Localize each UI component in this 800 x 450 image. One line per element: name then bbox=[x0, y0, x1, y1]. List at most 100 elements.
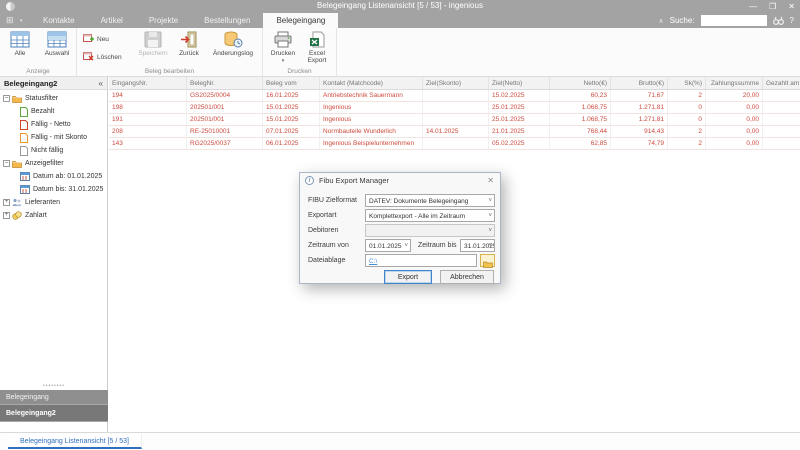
filter-tree: –StatusfilterBezahltFällig - Netto Fällig… bbox=[0, 90, 107, 222]
table-cell: 1.271,81 bbox=[611, 114, 668, 125]
chevron-down-icon: ˅ bbox=[488, 228, 492, 234]
zeitraum-von-picker[interactable]: 01.01.2025 ˅ bbox=[365, 239, 411, 252]
tab-kontakte[interactable]: Kontakte bbox=[30, 13, 88, 28]
column-header[interactable]: Brutto(€) bbox=[611, 77, 668, 89]
table-header: EingangsNr.BelegNr.Beleg vomKontakt (Mat… bbox=[109, 77, 800, 90]
status-due-skonto-icon bbox=[20, 133, 28, 143]
table-cell: 07.01.2025 bbox=[263, 126, 320, 137]
search-input[interactable] bbox=[701, 15, 767, 26]
collapse-node-icon[interactable]: – bbox=[3, 160, 10, 167]
tree-item-anzeigefilter[interactable]: –Anzeigefilter bbox=[0, 157, 107, 170]
loeschen-button[interactable]: Löschen bbox=[83, 52, 122, 62]
dialog-close-icon[interactable]: ✕ bbox=[487, 176, 494, 185]
tree-item-label: Fällig - mit Skonto bbox=[31, 134, 87, 141]
tab-bestellungen[interactable]: Bestellungen bbox=[191, 13, 263, 28]
excel-label-line1: Excel bbox=[309, 50, 325, 57]
column-header[interactable]: Sk(%) bbox=[668, 77, 706, 89]
table-row[interactable]: 194GS2025/000416.01.2025Antriebstechnik … bbox=[109, 90, 800, 102]
expand-node-icon[interactable]: + bbox=[3, 199, 10, 206]
dialog-title: Fibu Export Manager bbox=[319, 176, 389, 185]
table-cell bbox=[423, 114, 489, 125]
tree-item-datum-bis-31-01-2025[interactable]: Datum bis: 31.01.2025 bbox=[0, 183, 107, 196]
ribbon-group-drucken: Drucken ▾ Excel Export Drucken bbox=[263, 28, 337, 76]
zeitraum-bis-picker[interactable]: 31.01.2025 ˅ bbox=[460, 239, 495, 252]
titlebar: Belegeingang Listenansicht [5 / 53] - in… bbox=[0, 0, 800, 13]
column-header[interactable]: BelegNr. bbox=[187, 77, 263, 89]
browse-folder-button[interactable] bbox=[480, 254, 495, 267]
tree-item-bezahlt[interactable]: Bezahlt bbox=[0, 105, 107, 118]
column-header[interactable]: Zahlungssumme bbox=[706, 77, 763, 89]
table-body: 194GS2025/000416.01.2025Antriebstechnik … bbox=[109, 90, 800, 150]
view-switcher: •••••••• BelegeingangBelegeingang2 bbox=[0, 384, 108, 422]
dialog-titlebar[interactable]: i Fibu Export Manager ✕ bbox=[300, 173, 500, 189]
tree-item-fällig-netto[interactable]: Fällig - Netto bbox=[0, 118, 107, 131]
table-cell: 768,44 bbox=[550, 126, 611, 137]
column-header[interactable]: EingangsNr. bbox=[109, 77, 187, 89]
column-header[interactable]: Netto(€) bbox=[550, 77, 611, 89]
ribbon-group-anzeige: Alle Auswahl Anzeige bbox=[0, 28, 77, 76]
aenderungslog-button[interactable]: Änderungslog bbox=[207, 30, 259, 57]
column-header[interactable]: Gezahlt am bbox=[763, 77, 800, 89]
apps-grid-icon[interactable]: ⊞ bbox=[6, 16, 14, 25]
column-header[interactable]: Beleg vom bbox=[263, 77, 320, 89]
table-cell bbox=[763, 126, 800, 137]
drucken-label: Drucken bbox=[271, 50, 295, 57]
chevron-down-icon: ˅ bbox=[488, 213, 492, 219]
delete-icon bbox=[83, 52, 94, 62]
table-cell: 1.068,75 bbox=[550, 114, 611, 125]
table-row[interactable]: 198202501/00115.01.2025Ingenious25.01.20… bbox=[109, 102, 800, 114]
fibu-format-select[interactable]: DATEV: Dokumente Belegeingang ˅ bbox=[365, 194, 495, 207]
tab-artikel[interactable]: Artikel bbox=[88, 13, 136, 28]
excel-export-button[interactable]: Excel Export bbox=[301, 30, 333, 64]
binoculars-icon[interactable] bbox=[773, 12, 784, 30]
speichern-button[interactable]: Speichern bbox=[135, 30, 171, 57]
expand-node-icon[interactable]: + bbox=[3, 212, 10, 219]
collapse-node-icon[interactable]: – bbox=[3, 95, 10, 102]
help-button[interactable]: ? bbox=[790, 16, 794, 25]
table-cell: 914,43 bbox=[611, 126, 668, 137]
ribbon: Alle Auswahl Anzeige Neu Löschen Speiche… bbox=[0, 28, 800, 77]
exportart-select[interactable]: Komplettexport - Alle im Zeitraum ˅ bbox=[365, 209, 495, 222]
table-cell: 202501/001 bbox=[187, 114, 263, 125]
tree-item-zahlart[interactable]: +Zahlart bbox=[0, 209, 107, 222]
tab-belegeingang[interactable]: Belegeingang bbox=[263, 13, 338, 28]
export-button[interactable]: Export bbox=[384, 270, 432, 284]
sidebar-title: Belegeingang2 bbox=[4, 79, 57, 88]
tree-item-label: Lieferanten bbox=[25, 199, 60, 206]
status-not-due-icon bbox=[20, 146, 28, 156]
sidebar-collapse-icon[interactable]: « bbox=[99, 79, 103, 88]
table-cell: 25.01.2025 bbox=[489, 114, 550, 125]
neu-button[interactable]: Neu bbox=[83, 34, 109, 44]
ribbon-collapse-icon[interactable]: ∧ bbox=[659, 17, 664, 25]
tree-item-nicht-fällig[interactable]: Nicht fällig bbox=[0, 144, 107, 157]
abbrechen-button[interactable]: Abbrechen bbox=[440, 270, 494, 284]
tree-item-lieferanten[interactable]: + Lieferanten bbox=[0, 196, 107, 209]
statusbar-view-tab[interactable]: Belegeingang Listenansicht [5 / 53] bbox=[8, 434, 142, 449]
alle-button[interactable]: Alle bbox=[4, 30, 36, 57]
speichern-label: Speichern bbox=[138, 50, 167, 57]
table-row[interactable]: 208RE-2501000107.01.2025Normbauteile Wun… bbox=[109, 126, 800, 138]
view-bar-belegeingang[interactable]: Belegeingang bbox=[0, 390, 108, 405]
column-header[interactable]: Kontakt (Matchcode) bbox=[320, 77, 423, 89]
neu-label: Neu bbox=[97, 36, 109, 43]
auswahl-button[interactable]: Auswahl bbox=[40, 30, 74, 57]
tab-projekte[interactable]: Projekte bbox=[136, 13, 191, 28]
minimize-button[interactable]: — bbox=[749, 0, 757, 13]
dateiablage-input[interactable]: C:\ bbox=[365, 254, 477, 267]
tree-item-statusfilter[interactable]: –Statusfilter bbox=[0, 92, 107, 105]
table-row[interactable]: 191202501/00115.01.2025Ingenious25.01.20… bbox=[109, 114, 800, 126]
table-row[interactable]: 143RG2025/003706.01.2025Ingenious Beispi… bbox=[109, 138, 800, 150]
fibu-format-label: FIBU Zielformat bbox=[308, 197, 357, 204]
table-cell: 15.02.2025 bbox=[489, 90, 550, 101]
drucken-button[interactable]: Drucken ▾ bbox=[267, 30, 299, 65]
view-bar-belegeingang2[interactable]: Belegeingang2 bbox=[0, 405, 108, 422]
drucken-dropdown-caret[interactable]: ▾ bbox=[282, 58, 285, 64]
column-header[interactable]: Ziel(Netto) bbox=[489, 77, 550, 89]
table-cell: 62,85 bbox=[550, 138, 611, 149]
column-header[interactable]: Ziel(Skonto) bbox=[423, 77, 489, 89]
close-button[interactable]: ✕ bbox=[788, 0, 795, 13]
zurueck-button[interactable]: Zurück bbox=[173, 30, 205, 57]
tree-item-datum-ab-01-01-2025[interactable]: Datum ab: 01.01.2025 bbox=[0, 170, 107, 183]
tree-item-fällig-mit-skonto[interactable]: Fällig - mit Skonto bbox=[0, 131, 107, 144]
table-cell bbox=[423, 102, 489, 113]
